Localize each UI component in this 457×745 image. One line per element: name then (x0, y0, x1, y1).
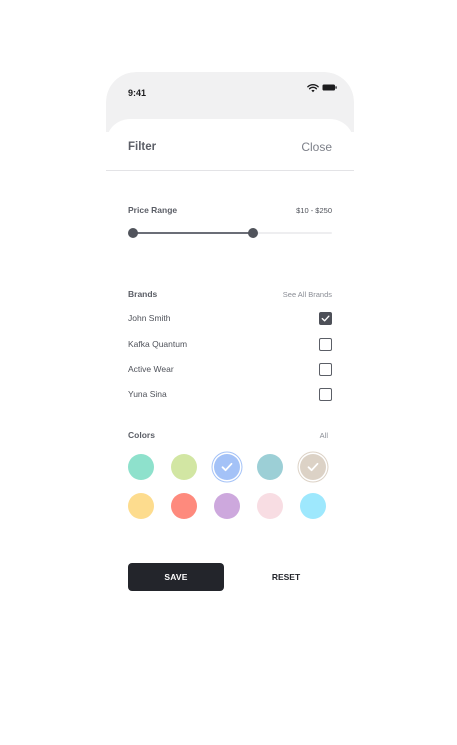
brand-checkbox[interactable] (319, 312, 332, 325)
brand-label: Yuna Sina (128, 389, 167, 399)
color-swatch[interactable] (257, 454, 283, 480)
header-divider (106, 170, 354, 171)
color-swatch[interactable] (171, 493, 197, 519)
see-all-brands-link[interactable]: See All Brands (283, 290, 332, 299)
brand-label: Kafka Quantum (128, 339, 188, 349)
color-swatch[interactable] (171, 454, 197, 480)
brand-checkbox[interactable] (319, 388, 332, 401)
brand-checkbox[interactable] (319, 338, 332, 351)
page-title: Filter (128, 141, 157, 153)
check-icon (221, 462, 233, 472)
slider-handle-max[interactable] (248, 228, 259, 238)
brand-label: John Smith (128, 313, 171, 323)
slider-handle-min[interactable] (128, 228, 138, 238)
check-icon (307, 462, 319, 472)
color-swatch[interactable] (214, 493, 240, 519)
filter-sheet: Filter Close Price Range $10 - $250 Bran… (106, 119, 354, 692)
wifi-icon (307, 84, 319, 93)
color-swatch[interactable] (300, 493, 326, 519)
price-range-slider[interactable] (128, 227, 332, 239)
brands-label: Brands (128, 289, 158, 299)
save-button[interactable]: SAVE (128, 563, 224, 591)
close-button[interactable]: Close (301, 140, 332, 154)
status-time: 9:41 (128, 88, 147, 98)
check-icon (321, 315, 330, 322)
brand-option-active-wear[interactable]: Active Wear (128, 363, 332, 377)
phone-frame: 9:41 Filter Close Price Range $10 - $250… (106, 72, 354, 692)
brand-option-kafka-quantum[interactable]: Kafka Quantum (128, 338, 332, 352)
color-swatch[interactable] (214, 454, 240, 480)
price-range-value: $10 - $250 (296, 206, 332, 215)
brand-option-yuna-sina[interactable]: Yuna Sina (128, 388, 332, 402)
brand-label: Active Wear (128, 364, 174, 374)
color-swatch[interactable] (257, 493, 283, 519)
price-range-label: Price Range (128, 205, 178, 215)
color-swatch[interactable] (128, 493, 154, 519)
slider-fill (133, 232, 254, 234)
color-swatch[interactable] (128, 454, 154, 480)
brand-option-john-smith[interactable]: John Smith (128, 312, 332, 326)
colors-label: Colors (128, 430, 155, 440)
reset-button[interactable]: RESET (258, 563, 314, 591)
battery-icon (322, 84, 337, 91)
brand-checkbox[interactable] (319, 363, 332, 376)
all-colors-link[interactable]: All (320, 431, 328, 440)
color-swatch[interactable] (300, 454, 326, 480)
